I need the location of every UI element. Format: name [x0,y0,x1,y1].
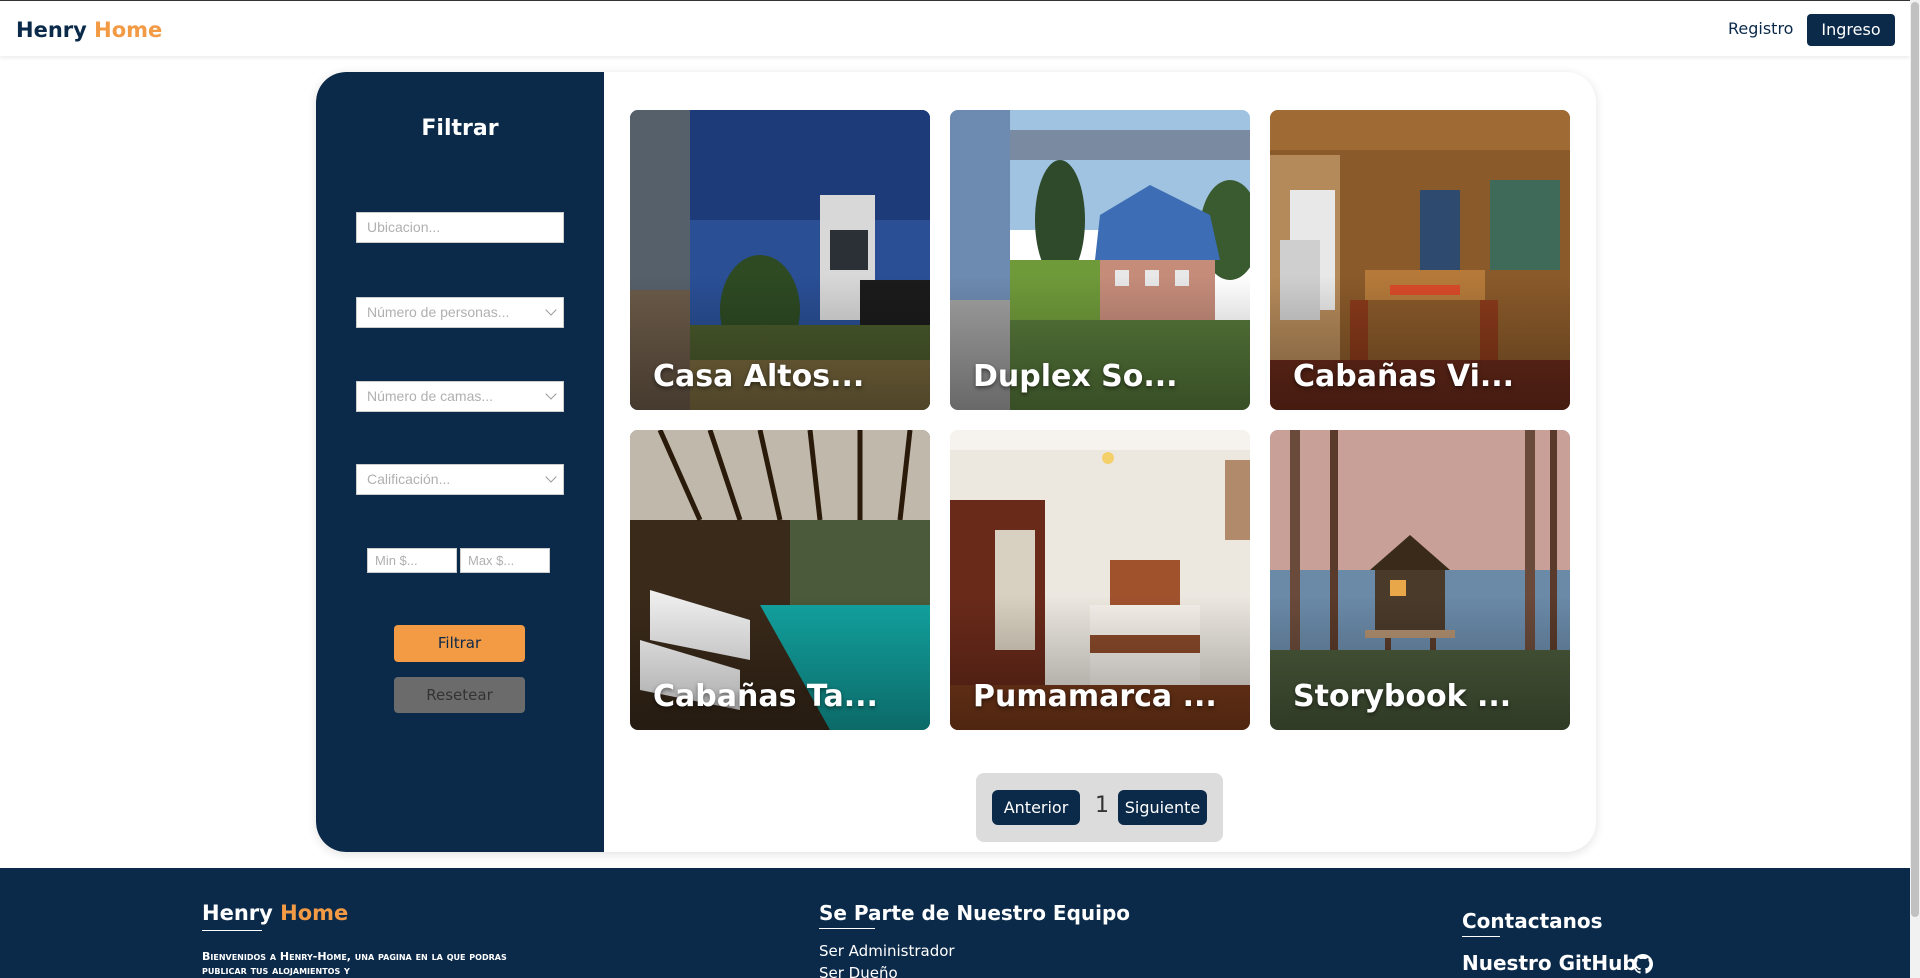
property-card[interactable]: Cabañas Ta... [630,430,930,730]
current-page: 1 [1095,793,1109,818]
chevron-down-icon [545,388,557,400]
footer-brand[interactable]: Henry Home [202,901,348,925]
github-icon[interactable] [1633,954,1653,974]
prev-page-button[interactable]: Anterior [992,790,1080,825]
brand-logo[interactable]: Henry Home [16,18,162,42]
property-card[interactable]: Casa Altos... [630,110,930,410]
filtrar-button[interactable]: Filtrar [394,625,525,662]
camas-placeholder: Número de camas... [367,388,494,404]
brand-first: Henry [16,18,87,42]
property-name: Duplex So... [973,359,1178,394]
camas-select[interactable]: Número de camas... [356,381,564,412]
main-container: Filtrar Ubicacion... Número de personas.… [316,72,1596,852]
ser-administrador-link[interactable]: Ser Administrador [819,942,955,960]
personas-placeholder: Número de personas... [367,304,510,320]
filter-title: Filtrar [421,116,499,141]
ingreso-button[interactable]: Ingreso [1807,14,1895,46]
property-card[interactable]: Pumamarca ... [950,430,1250,730]
personas-select[interactable]: Número de personas... [356,297,564,328]
min-price-input[interactable]: Min $... [367,548,457,573]
property-name: Cabañas Vi... [1293,359,1515,394]
property-name: Pumamarca ... [973,679,1217,714]
brand-second: Home [94,18,163,42]
calificacion-select[interactable]: Calificación... [356,464,564,495]
page-scrollbar[interactable] [1910,0,1920,978]
footer-brand-underline [202,930,262,931]
pagination: Anterior 1 Siguiente [976,773,1223,842]
chevron-down-icon [545,304,557,316]
registro-link[interactable]: Registro [1728,19,1793,38]
contact-heading-underline [1462,936,1500,937]
ubicacion-input[interactable]: Ubicacion... [356,212,564,243]
ser-dueno-link[interactable]: Ser Dueño [819,964,898,978]
navbar: Henry Home Registro Ingreso [0,0,1910,56]
max-price-placeholder: Max $... [468,553,515,568]
resetear-button[interactable]: Resetear [394,677,525,713]
property-name: Cabañas Ta... [653,679,878,714]
team-heading: Se Parte de Nuestro Equipo [819,901,1131,925]
property-name: Casa Altos... [653,359,865,394]
max-price-input[interactable]: Max $... [460,548,550,573]
scrollbar-thumb[interactable] [1911,2,1919,917]
property-card[interactable]: Cabañas Vi... [1270,110,1570,410]
footer-brand-first: Henry [202,901,273,925]
property-card[interactable]: Storybook ... [1270,430,1570,730]
property-name: Storybook ... [1293,679,1512,714]
calificacion-placeholder: Calificación... [367,471,451,487]
next-page-button[interactable]: Siguiente [1118,790,1207,825]
footer: Henry Home Bienvenidos a Henry-Home, una… [0,868,1910,978]
min-price-placeholder: Min $... [375,553,418,568]
filter-panel: Filtrar Ubicacion... Número de personas.… [316,72,604,852]
footer-description: Bienvenidos a Henry-Home, una pagina en … [202,950,507,977]
team-heading-underline [819,928,875,929]
property-card[interactable]: Duplex So... [950,110,1250,410]
footer-brand-second: Home [280,901,349,925]
chevron-down-icon [545,471,557,483]
contact-heading: Contactanos [1462,909,1603,933]
github-label[interactable]: Nuestro GitHub [1462,951,1637,975]
ubicacion-placeholder: Ubicacion... [367,219,441,235]
